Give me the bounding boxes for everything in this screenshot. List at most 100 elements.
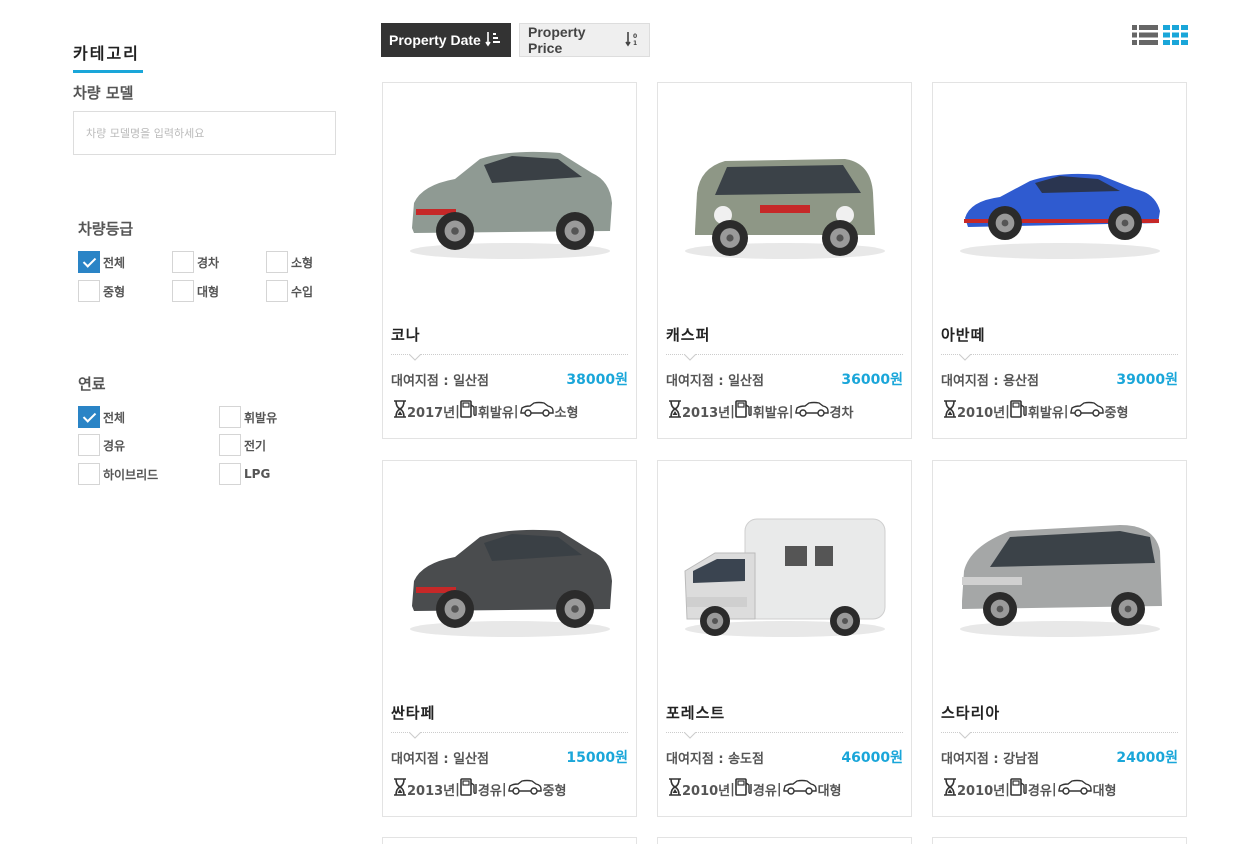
checkbox-icon[interactable] bbox=[266, 251, 288, 273]
grid-view-icon[interactable] bbox=[1163, 25, 1188, 45]
fuel-pump-icon bbox=[460, 399, 478, 423]
car-card-partial[interactable] bbox=[932, 837, 1187, 844]
sort-date-button[interactable]: Property Date bbox=[381, 23, 511, 57]
model-label: 차량 모델 bbox=[73, 84, 134, 102]
divider-notch-icon bbox=[959, 732, 971, 739]
car-fuel: 휘발유 bbox=[752, 405, 789, 421]
hourglass-icon bbox=[393, 400, 407, 422]
category-title: 카테고리 bbox=[73, 44, 140, 63]
card-divider bbox=[391, 732, 628, 733]
car-specs: 2010년 | 휘발유 | 중형 bbox=[943, 399, 1128, 423]
car-name: 아반떼 bbox=[941, 326, 986, 344]
car-size: 대형 bbox=[817, 783, 842, 799]
fuel-pump-icon bbox=[1010, 399, 1028, 423]
card-divider bbox=[666, 732, 903, 733]
svg-text:0: 0 bbox=[633, 33, 637, 40]
filter-option[interactable]: 중형 bbox=[78, 280, 125, 302]
filter-option[interactable]: 수입 bbox=[266, 280, 313, 302]
car-image[interactable] bbox=[658, 461, 911, 691]
divider-notch-icon bbox=[409, 732, 421, 739]
car-name: 캐스퍼 bbox=[666, 326, 711, 344]
filter-sidebar: 카테고리 차량 모델 차량등급 전체경차소형중형대형수입 연료 전체휘발유경유전… bbox=[0, 0, 350, 844]
car-name: 싼타페 bbox=[391, 704, 436, 722]
fuel-pump-icon bbox=[735, 399, 753, 423]
rental-branch: 대여지점 : 송도점 bbox=[666, 752, 764, 767]
car-specs: 2010년 | 경유 | 대형 bbox=[943, 777, 1117, 801]
car-size: 중형 bbox=[542, 783, 567, 799]
car-image[interactable] bbox=[933, 461, 1186, 691]
hourglass-icon bbox=[393, 778, 407, 800]
car-year: 2010년 bbox=[957, 405, 1006, 421]
filter-option[interactable]: 전체 bbox=[78, 406, 125, 428]
filter-option[interactable]: 대형 bbox=[172, 280, 219, 302]
car-specs: 2013년 | 휘발유 | 경차 bbox=[668, 399, 853, 423]
filter-option[interactable]: 소형 bbox=[266, 251, 313, 273]
filter-option-label: 전체 bbox=[103, 410, 126, 425]
checkbox-icon[interactable] bbox=[219, 463, 241, 485]
car-image[interactable] bbox=[383, 83, 636, 313]
car-image[interactable] bbox=[658, 83, 911, 313]
filter-option-label: LPG bbox=[244, 467, 271, 481]
car-card[interactable]: 캐스퍼 대여지점 : 일산점 36000원 2013년 | 휘발유 | 경차 bbox=[657, 82, 912, 439]
filter-option[interactable]: 하이브리드 bbox=[78, 463, 158, 485]
filter-option-label: 대형 bbox=[197, 284, 220, 299]
checkbox-icon[interactable] bbox=[78, 280, 100, 302]
car-image[interactable] bbox=[383, 461, 636, 691]
rental-branch: 대여지점 : 일산점 bbox=[391, 374, 489, 389]
fuel-title: 연료 bbox=[78, 375, 106, 393]
filter-option[interactable]: 경차 bbox=[172, 251, 219, 273]
car-fuel: 휘발유 bbox=[477, 405, 514, 421]
car-card[interactable]: 아반떼 대여지점 : 용산점 39000원 2010년 | 휘발유 | 중형 bbox=[932, 82, 1187, 439]
car-card[interactable]: 코나 대여지점 : 일산점 38000원 2017년 | 휘발유 | 소형 bbox=[382, 82, 637, 439]
checkbox-icon[interactable] bbox=[172, 251, 194, 273]
fuel-pump-icon bbox=[1010, 777, 1028, 801]
car-icon bbox=[507, 779, 543, 799]
car-year: 2010년 bbox=[957, 783, 1006, 799]
car-fuel: 휘발유 bbox=[1027, 405, 1064, 421]
filter-option[interactable]: LPG bbox=[219, 463, 270, 485]
car-card[interactable]: 싼타페 대여지점 : 일산점 15000원 2013년 | 경유 | 중형 bbox=[382, 460, 637, 817]
divider-notch-icon bbox=[409, 354, 421, 361]
card-divider bbox=[941, 732, 1178, 733]
rental-branch: 대여지점 : 강남점 bbox=[941, 752, 1039, 767]
car-name: 스타리아 bbox=[941, 704, 1001, 722]
checkbox-checked-icon[interactable] bbox=[78, 406, 100, 428]
car-card-partial[interactable] bbox=[657, 837, 912, 844]
filter-option[interactable]: 휘발유 bbox=[219, 406, 277, 428]
car-icon bbox=[794, 401, 830, 421]
car-size: 소형 bbox=[554, 405, 579, 421]
car-specs: 2017년 | 휘발유 | 소형 bbox=[393, 399, 578, 423]
rental-price: 15000원 bbox=[566, 750, 628, 766]
car-icon bbox=[782, 779, 818, 799]
checkbox-icon[interactable] bbox=[78, 434, 100, 456]
checkbox-icon[interactable] bbox=[78, 463, 100, 485]
car-year: 2017년 bbox=[407, 405, 456, 421]
car-card[interactable]: 포레스트 대여지점 : 송도점 46000원 2010년 | 경유 | 대형 bbox=[657, 460, 912, 817]
checkbox-icon[interactable] bbox=[219, 434, 241, 456]
filter-option[interactable]: 전기 bbox=[219, 434, 266, 456]
hourglass-icon bbox=[668, 778, 682, 800]
checkbox-icon[interactable] bbox=[219, 406, 241, 428]
car-size: 중형 bbox=[1104, 405, 1129, 421]
fuel-pump-icon bbox=[735, 777, 753, 801]
car-card[interactable]: 스타리아 대여지점 : 강남점 24000원 2010년 | 경유 | 대형 bbox=[932, 460, 1187, 817]
divider-notch-icon bbox=[684, 354, 696, 361]
car-image[interactable] bbox=[933, 83, 1186, 313]
checkbox-checked-icon[interactable] bbox=[78, 251, 100, 273]
list-view-icon[interactable] bbox=[1132, 25, 1158, 45]
car-year: 2010년 bbox=[682, 783, 731, 799]
svg-text:1: 1 bbox=[633, 40, 637, 47]
car-card-partial[interactable] bbox=[382, 837, 637, 844]
card-divider bbox=[666, 354, 903, 355]
filter-option[interactable]: 전체 bbox=[78, 251, 125, 273]
model-search-input[interactable] bbox=[73, 111, 336, 155]
filter-option-label: 전기 bbox=[244, 438, 267, 453]
car-size: 대형 bbox=[1092, 783, 1117, 799]
checkbox-icon[interactable] bbox=[172, 280, 194, 302]
car-name: 코나 bbox=[391, 326, 421, 344]
checkbox-icon[interactable] bbox=[266, 280, 288, 302]
sort-price-button[interactable]: Property Price 01 bbox=[519, 23, 650, 57]
filter-option[interactable]: 경유 bbox=[78, 434, 125, 456]
filter-option-label: 수입 bbox=[291, 284, 314, 299]
car-specs: 2010년 | 경유 | 대형 bbox=[668, 777, 842, 801]
